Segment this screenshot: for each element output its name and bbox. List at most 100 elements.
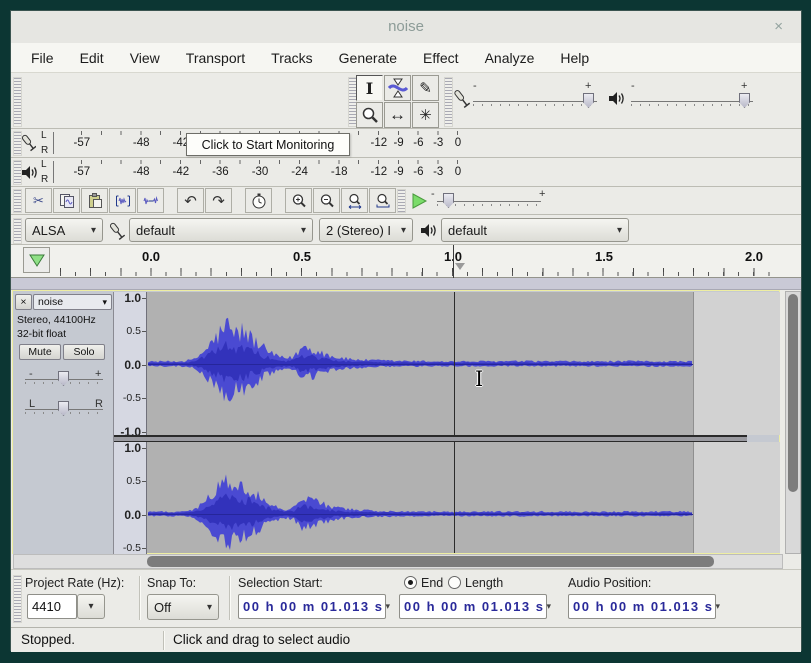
quick-play-marker [455,263,465,275]
selection-start-value: 00 h 00 m 01.013 s [243,599,383,614]
zoom-in-icon [291,193,307,209]
cut-icon: ✂ [33,193,44,209]
meter-scale-label: -12 [370,137,387,149]
vertical-scrollbar[interactable] [785,291,801,554]
snap-to-select[interactable]: Off ▾ [147,594,219,620]
close-icon: × [20,296,26,308]
zoom-out-button[interactable] [313,188,340,213]
menu-tracks[interactable]: Tracks [271,50,312,66]
ruler-label: 0.0 [124,508,141,522]
silence-icon [143,193,159,209]
snap-to-label: Snap To: [147,576,196,590]
pan-slider[interactable]: L R [25,398,103,420]
transport-toolbar-grabber[interactable] [13,77,22,127]
meter-scale-label: 0 [455,137,461,149]
draw-tool-button[interactable]: ✎ [412,75,439,101]
cut-button[interactable]: ✂ [25,188,52,213]
audio-position-field[interactable]: 00 h 00 m 01.013 s ▾ [568,594,716,619]
chevron-down-icon: ▾ [85,225,96,236]
mute-button[interactable]: Mute [19,344,61,360]
envelope-icon [387,77,409,99]
paste-button[interactable] [81,188,108,213]
solo-button[interactable]: Solo [63,344,105,360]
selection-end-field[interactable]: 00 h 00 m 01.013 s ▾ [399,594,547,619]
meter-scale-label: -3 [433,137,443,149]
output-volume-slider[interactable]: - + [631,89,753,113]
record-meter-toolbar[interactable]: L R -57-48-42-36-30-24-18-12-9-6-30 [11,129,801,158]
slider-ticks [631,104,753,106]
undo-button[interactable]: ↶ [177,188,204,213]
project-rate-label: Project Rate (Hz): [25,576,124,590]
menu-view[interactable]: View [130,50,160,66]
trim-audio-button[interactable] [109,188,136,213]
toolbar-separator [229,576,230,620]
speaker-icon [21,165,38,180]
menu-transport[interactable]: Transport [186,50,245,66]
sync-lock-button[interactable] [245,188,272,213]
fit-project-button[interactable] [369,188,396,213]
menu-edit[interactable]: Edit [80,50,104,66]
project-rate-dropdown-button[interactable]: ▾ [77,594,105,619]
close-window-icon[interactable]: × [774,18,783,35]
track-menu-button[interactable]: noise ▾ [33,294,112,310]
menu-file[interactable]: File [31,50,54,66]
device-toolbar-grabber[interactable] [13,218,22,244]
length-radio[interactable] [448,576,461,589]
menu-analyze[interactable]: Analyze [485,50,535,66]
zoom-in-button[interactable] [285,188,312,213]
pinned-playhead-button[interactable] [23,247,50,273]
gain-slider[interactable]: - + [25,368,103,390]
track-close-button[interactable]: × [15,294,32,310]
recording-device-select[interactable]: default ▾ [129,218,313,242]
waveform-channel-1[interactable] [147,292,780,435]
meter-scale-label: -6 [413,137,423,149]
envelope-tool-button[interactable] [384,75,411,101]
title-bar[interactable]: noise × [11,11,801,43]
audio-host-select[interactable]: ALSA ▾ [25,218,103,242]
menu-generate[interactable]: Generate [339,50,397,66]
record-meter-grabber[interactable] [13,131,22,156]
redo-button[interactable]: ↷ [205,188,232,213]
ruler-label: 0.5 [126,325,141,337]
meter-scale-label: -9 [393,137,403,149]
multi-tool-button[interactable]: ✳ [412,102,439,128]
horizontal-scrollbar-thumb[interactable] [147,556,714,567]
playhead-triangle-icon [29,254,45,267]
paste-icon [87,193,103,209]
copy-button[interactable] [53,188,80,213]
playback-meter-toolbar[interactable]: L R -57-48-42-36-30-24-18-12-9-6-30 [11,158,801,187]
playback-device-select[interactable]: default ▾ [441,218,629,242]
minus-label: - [631,80,635,92]
track-area[interactable]: × noise ▾ Stereo, 44100Hz 32-bit float M… [12,290,780,554]
track-control-panel[interactable]: × noise ▾ Stereo, 44100Hz 32-bit float M… [13,292,114,554]
menu-effect[interactable]: Effect [423,50,459,66]
recording-channels-select[interactable]: 2 (Stereo) I ▾ [319,218,413,242]
vertical-scrollbar-thumb[interactable] [788,294,798,492]
menu-bar: File Edit View Transport Tracks Generate… [11,43,801,73]
selection-start-field[interactable]: 00 h 00 m 01.013 s ▾ [238,594,386,619]
end-radio[interactable] [404,576,417,589]
plus-label: + [539,188,545,200]
timeshift-tool-button[interactable]: ↔ [384,102,411,128]
mixer-toolbar-grabber[interactable] [444,77,453,127]
horizontal-scrollbar[interactable] [13,554,783,569]
project-rate-value: 4410 [32,599,61,614]
zoom-tool-button[interactable] [356,102,383,128]
playback-speed-slider[interactable]: - + [437,190,541,212]
edit-toolbar-grabber[interactable] [13,189,22,213]
waveform-channel-2[interactable] [147,442,780,553]
monitoring-tooltip: Click to Start Monitoring [186,133,350,156]
input-volume-slider[interactable]: - + [473,89,597,113]
fit-selection-button[interactable] [341,188,368,213]
play-at-speed-button[interactable] [405,188,432,213]
timeline-ruler[interactable]: 0.0 0.5 1.0 1.5 2.0 [11,245,801,278]
ruler-label: 0.5 [126,475,141,487]
menu-help[interactable]: Help [560,50,589,66]
selection-toolbar-grabber[interactable] [13,575,22,623]
project-rate-input[interactable]: 4410 [27,594,77,619]
silence-audio-button[interactable] [137,188,164,213]
selection-tool-button[interactable]: I [356,75,383,101]
meter-scale-label: -48 [133,166,150,178]
slider-track [631,101,753,102]
status-bar: Stopped. Click and drag to select audio [11,627,801,652]
